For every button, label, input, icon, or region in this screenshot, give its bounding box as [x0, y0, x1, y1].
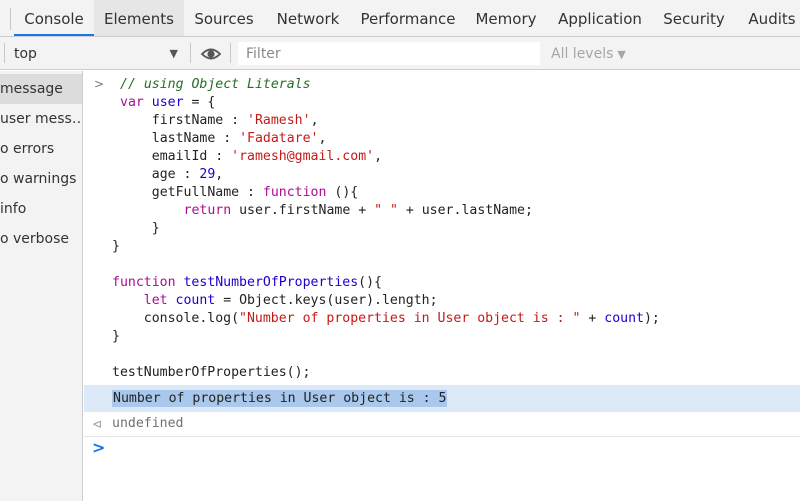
code-line-4: lastName : 'Fadatare', [120, 131, 327, 146]
tab-application[interactable]: Application [552, 0, 648, 36]
sidebar-item-user-messages[interactable]: user mess… [0, 104, 82, 134]
sidebar-item-label: user mess… [0, 111, 82, 127]
code-line-1: // using Object Literals [120, 76, 311, 94]
code-line-6: age : 29, [120, 167, 224, 182]
code-line-2: var user = { [120, 95, 216, 110]
return-value-row[interactable]: ⊲ undefined [84, 411, 800, 437]
code-line-7: getFullName : function (){ [120, 185, 359, 200]
tab-divider [10, 8, 11, 30]
filter-input[interactable] [238, 42, 540, 65]
caret-down-icon: ▼ [169, 47, 178, 60]
eye-icon-graphic [200, 48, 222, 60]
return-value-text: undefined [112, 416, 184, 431]
log-levels-label: All levels [551, 46, 614, 62]
sidebar-item-verbose[interactable]: o verbose [0, 224, 82, 254]
tab-sources[interactable]: Sources [186, 0, 262, 36]
sidebar-item-info[interactable]: info [0, 194, 82, 224]
tab-network[interactable]: Network [268, 0, 348, 36]
sidebar-item-label: o errors [0, 141, 55, 157]
prompt-chevron-icon: > [92, 438, 106, 457]
code-line-15: } [112, 329, 120, 344]
sidebar-item-label: o verbose [0, 231, 70, 247]
log-levels-dropdown[interactable]: All levels ▼ [551, 44, 626, 64]
code-line-10: } [112, 239, 120, 254]
log-output-row[interactable]: Number of properties in User object is :… [84, 385, 800, 411]
sidebar-item-label: o warnings [0, 171, 77, 187]
sidebar-item-warnings[interactable]: o warnings [0, 164, 82, 194]
sidebar-item-label: info [0, 201, 27, 217]
tab-elements[interactable]: Elements [94, 0, 184, 36]
context-label: top [14, 46, 37, 62]
tab-security[interactable]: Security [656, 0, 732, 36]
tab-console[interactable]: Console [14, 0, 94, 36]
sidebar-item-messages[interactable]: message [0, 74, 82, 104]
toolbar-divider [190, 43, 191, 63]
console-sidebar: message user mess… o errors o warnings i… [0, 71, 83, 501]
console-output[interactable]: > // using Object Literals var user = { … [84, 71, 800, 501]
tab-memory[interactable]: Memory [468, 0, 544, 36]
input-chevron-icon: > [94, 77, 105, 91]
code-comment: // using Object Literals [120, 77, 311, 92]
code-line-9: } [120, 221, 160, 236]
code-line-17: testNumberOfProperties(); [112, 365, 311, 380]
code-line-14: console.log("Number of properties in Use… [112, 311, 660, 326]
code-line-13: let count = Object.keys(user).length; [143, 293, 438, 308]
eye-icon[interactable] [200, 44, 222, 64]
console-toolbar: top ▼ All levels▼ [0, 37, 800, 70]
toolbar-divider [230, 43, 231, 63]
caret-down-icon: ▼ [617, 48, 626, 61]
code-line-8: return user.firstName + " " + user.lastN… [183, 203, 533, 218]
return-arrow-icon: ⊲ [92, 417, 103, 431]
tab-audits[interactable]: Audits [740, 0, 800, 36]
log-output-text: Number of properties in User object is :… [112, 390, 448, 407]
code-line-12: function testNumberOfProperties(){ [112, 275, 382, 290]
devtools-tab-bar: Console Elements Sources Network Perform… [0, 0, 800, 37]
sidebar-item-errors[interactable]: o errors [0, 134, 82, 164]
context-selector[interactable]: top ▼ [14, 44, 184, 64]
code-line-5: emailId : 'ramesh@gmail.com', [120, 149, 383, 164]
tab-performance[interactable]: Performance [356, 0, 460, 36]
console-prompt-input[interactable] [112, 437, 792, 459]
code-line-3: firstName : 'Ramesh', [120, 113, 319, 128]
sidebar-item-label: message [0, 81, 63, 97]
toolbar-divider [4, 43, 5, 63]
